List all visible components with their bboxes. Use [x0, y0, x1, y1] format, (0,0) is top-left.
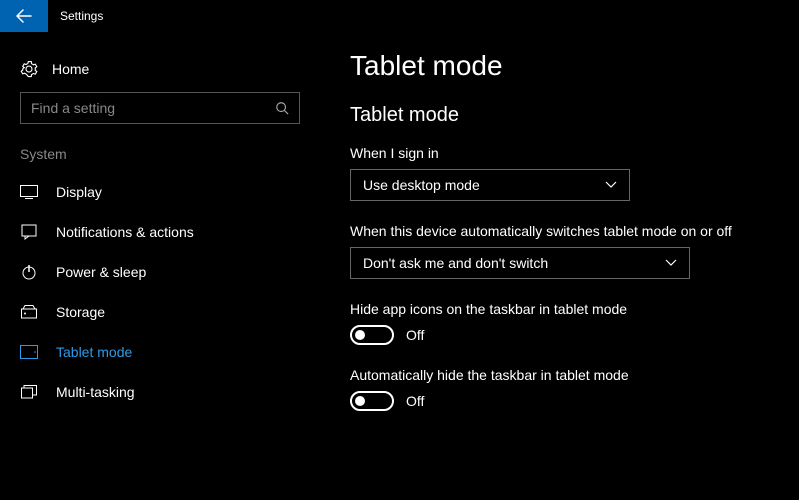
back-button[interactable]: [0, 0, 48, 32]
section-title: Tablet mode: [350, 104, 769, 127]
signin-select-value: Use desktop mode: [363, 177, 480, 193]
signin-select[interactable]: Use desktop mode: [350, 169, 630, 201]
hide-taskbar-label: Automatically hide the taskbar in tablet…: [350, 367, 769, 383]
content-pane: Tablet mode Tablet mode When I sign in U…: [320, 32, 799, 500]
search-icon: [275, 101, 289, 115]
sidebar-item-label: Power & sleep: [56, 264, 146, 280]
hide-icons-label: Hide app icons on the taskbar in tablet …: [350, 301, 769, 317]
sidebar-item-notifications[interactable]: Notifications & actions: [0, 212, 320, 252]
search-field[interactable]: [31, 100, 275, 116]
hide-taskbar-state: Off: [406, 393, 424, 409]
chevron-down-icon: [605, 181, 617, 189]
toggle-knob: [355, 396, 365, 406]
sidebar-item-power-sleep[interactable]: Power & sleep: [0, 252, 320, 292]
sidebar: Home System Display Notifications & acti…: [0, 32, 320, 500]
home-label: Home: [52, 61, 89, 77]
sidebar-item-label: Multi-tasking: [56, 384, 135, 400]
sidebar-item-multitasking[interactable]: Multi-tasking: [0, 372, 320, 412]
sidebar-item-label: Storage: [56, 304, 105, 320]
power-icon: [20, 264, 38, 280]
gear-icon: [20, 60, 38, 78]
notifications-icon: [20, 224, 38, 240]
arrow-left-icon: [16, 8, 32, 24]
window-title: Settings: [48, 9, 103, 23]
page-title: Tablet mode: [350, 50, 769, 82]
hide-icons-toggle[interactable]: [350, 325, 394, 345]
sidebar-item-label: Display: [56, 184, 102, 200]
autoswitch-label: When this device automatically switches …: [350, 223, 769, 239]
autoswitch-select[interactable]: Don't ask me and don't switch: [350, 247, 690, 279]
toggle-knob: [355, 330, 365, 340]
storage-icon: [20, 305, 38, 319]
tablet-icon: [20, 345, 38, 359]
hide-taskbar-toggle[interactable]: [350, 391, 394, 411]
sidebar-group-header: System: [0, 146, 320, 172]
sidebar-item-display[interactable]: Display: [0, 172, 320, 212]
multitasking-icon: [20, 385, 38, 399]
autoswitch-select-value: Don't ask me and don't switch: [363, 255, 548, 271]
titlebar: Settings: [0, 0, 799, 32]
sidebar-item-label: Notifications & actions: [56, 224, 194, 240]
sidebar-item-storage[interactable]: Storage: [0, 292, 320, 332]
monitor-icon: [20, 185, 38, 199]
hide-icons-state: Off: [406, 327, 424, 343]
signin-label: When I sign in: [350, 145, 769, 161]
sidebar-item-label: Tablet mode: [56, 344, 132, 360]
search-input[interactable]: [20, 92, 300, 124]
chevron-down-icon: [665, 259, 677, 267]
home-button[interactable]: Home: [0, 52, 320, 92]
sidebar-item-tablet-mode[interactable]: Tablet mode: [0, 332, 320, 372]
